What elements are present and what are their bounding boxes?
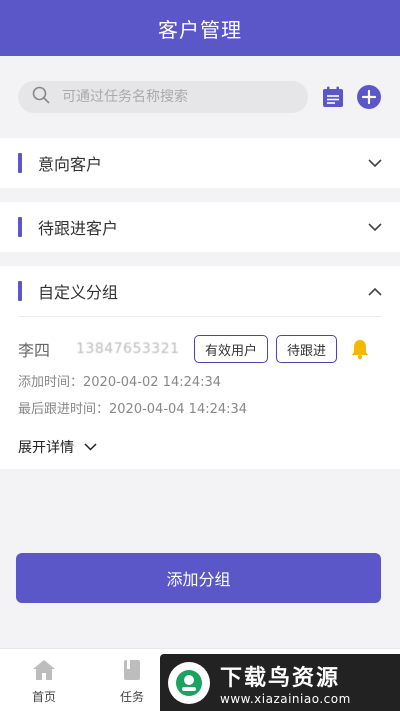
chevron-up-icon (366, 282, 384, 300)
expand-details-label: 展开详情 (18, 440, 74, 456)
section-title: 自定义分组 (38, 283, 119, 302)
customer-name: 李四 (18, 341, 51, 360)
home-icon (32, 659, 56, 684)
calendar-icon[interactable] (320, 84, 346, 110)
section-custom-group: 自定义分组 李四 13847653321 有效用户 待跟进 添加时间：2020-… (0, 266, 400, 469)
watermark-banner: 下载鸟资源 www.xiazainiao.com (160, 654, 400, 711)
page-title: 客户管理 (158, 17, 242, 42)
section-accent-bar (18, 281, 22, 301)
chevron-down-icon (84, 439, 97, 455)
last-follow-time: 最后跟进时间：2020-04-04 14:24:34 (18, 402, 248, 417)
section-header[interactable]: 自定义分组 (0, 266, 400, 316)
section-header[interactable]: 意向客户 (0, 138, 400, 188)
tag-pending-follow[interactable]: 待跟进 (276, 335, 338, 363)
section-pending-customers: 待跟进客户 (0, 202, 400, 252)
section-title: 意向客户 (38, 155, 103, 174)
section-accent-bar (18, 153, 22, 173)
section-title: 待跟进客户 (38, 219, 119, 238)
tab-home[interactable]: 首页 (0, 649, 88, 711)
search-icon (32, 86, 50, 108)
added-time: 添加时间：2020-04-02 14:24:34 (18, 375, 222, 390)
customer-row: 李四 13847653321 有效用户 待跟进 (18, 335, 382, 363)
section-intent-customers: 意向客户 (0, 138, 400, 188)
expand-details-toggle[interactable]: 展开详情 (18, 437, 382, 457)
watermark-logo-icon (168, 661, 210, 704)
customer-card: 李四 13847653321 有效用户 待跟进 添加时间：2020-04-02 … (18, 316, 382, 469)
chevron-down-icon (366, 218, 384, 236)
watermark-text: 下载鸟资源 www.xiazainiao.com (220, 660, 351, 706)
bell-icon[interactable] (349, 338, 371, 360)
app-header: 客户管理 (0, 0, 400, 56)
watermark-url: www.xiazainiao.com (220, 691, 351, 706)
section-accent-bar (18, 217, 22, 237)
customer-phone: 13847653321 (76, 341, 180, 357)
search-input[interactable] (62, 89, 294, 105)
search-box[interactable] (18, 81, 308, 113)
add-circle-icon[interactable] (356, 84, 382, 110)
task-icon (121, 659, 143, 684)
tag-valid-user[interactable]: 有效用户 (194, 335, 269, 363)
search-row (0, 56, 400, 138)
chevron-down-icon (366, 154, 384, 172)
tab-label: 首页 (31, 690, 56, 704)
add-group-button[interactable]: 添加分组 (16, 553, 381, 603)
watermark-title: 下载鸟资源 (220, 665, 341, 691)
section-header[interactable]: 待跟进客户 (0, 202, 400, 252)
tab-label: 任务 (119, 690, 144, 704)
